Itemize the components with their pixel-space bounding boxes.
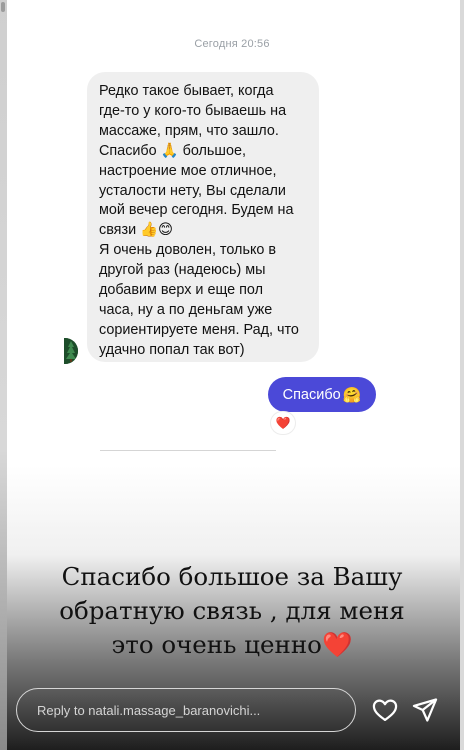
caption-line: Спасибо большое за Вашу — [61, 562, 403, 591]
message-line: где-то у кого-то бываешь на — [99, 102, 287, 119]
divider — [100, 450, 276, 451]
caption-line: обратную связь , для меня — [59, 596, 405, 625]
heart-reaction-icon: ❤️ — [271, 412, 295, 434]
outgoing-message-text: Спасибо — [282, 386, 341, 403]
message-line: связи 👍😊 — [99, 222, 174, 239]
message-line: Спасибо 🙏 большое, — [99, 142, 246, 159]
reply-input[interactable]: Reply to natali.massage_baranovichi... — [16, 688, 356, 732]
message-line: Редко такое бывает, когда — [99, 83, 274, 99]
paper-plane-icon[interactable] — [411, 696, 439, 724]
story-caption: Спасибо большое за Вашу обратную связь ,… — [0, 560, 464, 662]
caption-line: это очень ценно — [111, 630, 322, 659]
reply-placeholder: Reply to natali.massage_baranovichi... — [37, 702, 261, 718]
chat-timestamp: Сегодня 20:56 — [194, 38, 270, 50]
hugging-face-emoji: 🤗 — [342, 386, 362, 404]
message-line: удачно попал так вот) — [99, 341, 245, 358]
sender-avatar — [64, 338, 78, 364]
incoming-message-bubble: Редко такое бывает, когда где-то у кого-… — [87, 72, 319, 362]
outgoing-message-bubble: Спасибо 🤗 — [268, 377, 376, 412]
message-line: Я очень доволен, только в — [99, 242, 277, 259]
message-line: сориентируете меня. Рад, что — [99, 321, 299, 338]
message-line: часа, ну а по деньгам уже — [99, 301, 273, 318]
message-line: добавим верх и еще пол — [99, 282, 264, 299]
red-heart-emoji: ❤️ — [321, 630, 353, 659]
message-line: массаже, прям, что зашло. — [99, 122, 279, 139]
message-line: настроение мое отличное, — [99, 162, 277, 179]
message-line: усталости нету, Вы сделали — [99, 182, 286, 199]
story-viewer[interactable]: Сегодня 20:56 Редко такое бывает, когда … — [0, 0, 464, 750]
message-line: другой раз (надеюсь) мы — [99, 262, 266, 279]
heart-outline-icon[interactable] — [371, 696, 399, 724]
message-line: мой вечер сегодня. Будем на — [99, 202, 294, 219]
